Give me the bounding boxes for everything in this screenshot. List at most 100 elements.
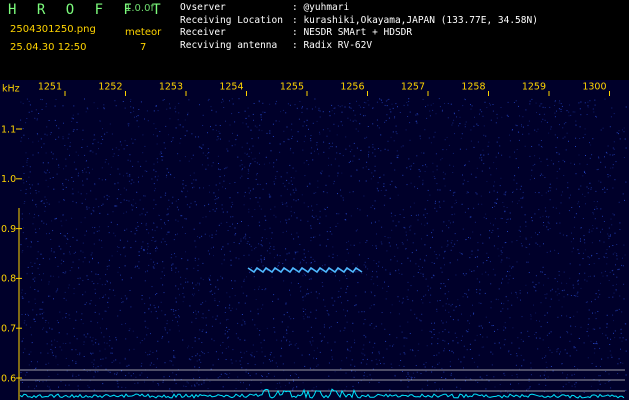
noise-speck [106, 268, 108, 270]
noise-speck [123, 175, 124, 177]
noise-speck [556, 110, 557, 112]
noise-speck [316, 297, 318, 299]
noise-speck [326, 206, 328, 208]
noise-speck [476, 278, 478, 280]
noise-speck [353, 155, 355, 157]
noise-speck [578, 273, 580, 275]
noise-speck [391, 304, 393, 306]
noise-speck [540, 103, 542, 105]
noise-speck [442, 149, 444, 151]
noise-speck [415, 263, 417, 265]
noise-speck [446, 225, 447, 227]
noise-speck [396, 337, 398, 339]
noise-speck [420, 152, 422, 154]
noise-speck [489, 191, 491, 193]
noise-speck [549, 250, 551, 252]
noise-speck [444, 348, 445, 350]
noise-speck [20, 140, 22, 142]
noise-speck [456, 202, 457, 203]
noise-speck [202, 114, 204, 116]
noise-speck [604, 98, 606, 100]
noise-speck [283, 314, 285, 316]
noise-speck [82, 139, 84, 141]
noise-speck [339, 330, 341, 332]
noise-speck [304, 365, 306, 367]
noise-speck [546, 251, 548, 253]
noise-speck [212, 162, 214, 164]
noise-speck [39, 308, 41, 310]
noise-speck [287, 103, 289, 105]
noise-speck [208, 277, 210, 279]
noise-speck [474, 221, 476, 223]
noise-speck [332, 246, 334, 248]
noise-speck [76, 311, 78, 313]
noise-speck [178, 112, 180, 114]
noise-speck [611, 356, 613, 358]
noise-speck [328, 157, 330, 159]
noise-speck [261, 347, 263, 349]
noise-speck [207, 250, 209, 252]
noise-speck [141, 298, 143, 300]
noise-speck [193, 267, 195, 269]
noise-speck [394, 215, 396, 217]
noise-speck [142, 152, 144, 154]
noise-speck [127, 240, 129, 242]
noise-speck [37, 241, 39, 242]
noise-speck [175, 219, 177, 221]
noise-speck [614, 252, 616, 254]
noise-speck [163, 376, 165, 378]
noise-speck [541, 271, 543, 273]
noise-speck [623, 157, 625, 158]
noise-speck [86, 371, 88, 372]
noise-speck [264, 289, 266, 291]
noise-speck [273, 318, 275, 320]
noise-speck [329, 115, 331, 117]
noise-speck [172, 139, 174, 141]
noise-speck [556, 351, 558, 353]
noise-speck [451, 350, 453, 352]
noise-speck [337, 380, 339, 382]
noise-speck [301, 111, 303, 113]
noise-speck [152, 352, 154, 353]
noise-speck [426, 223, 428, 225]
noise-speck [540, 271, 542, 273]
noise-speck [490, 307, 492, 309]
noise-speck [288, 344, 290, 346]
noise-speck [314, 260, 316, 262]
noise-speck [113, 232, 115, 234]
noise-speck [380, 190, 382, 191]
noise-speck [55, 218, 57, 220]
noise-speck [438, 254, 440, 256]
noise-speck [138, 181, 139, 183]
noise-speck [504, 192, 506, 194]
noise-speck [386, 291, 388, 292]
noise-speck [534, 213, 536, 215]
noise-speck [31, 342, 33, 344]
noise-speck [497, 235, 499, 237]
noise-speck [340, 195, 342, 197]
noise-speck [550, 128, 552, 130]
noise-speck [605, 334, 607, 336]
noise-speck [619, 138, 621, 140]
noise-speck [122, 301, 124, 303]
noise-speck [384, 281, 385, 283]
noise-speck [319, 333, 321, 335]
noise-speck [191, 182, 193, 184]
noise-speck [93, 243, 95, 245]
noise-speck [575, 173, 577, 175]
noise-speck [516, 353, 518, 354]
noise-speck [421, 238, 422, 240]
noise-speck [337, 193, 338, 195]
noise-speck [248, 192, 250, 194]
noise-speck [450, 305, 452, 307]
noise-speck [208, 203, 210, 205]
noise-speck [34, 388, 36, 390]
noise-speck [87, 108, 89, 110]
noise-speck [124, 107, 126, 109]
noise-speck [208, 98, 210, 100]
noise-speck [306, 125, 308, 127]
noise-speck [132, 205, 134, 207]
noise-speck [607, 337, 609, 339]
noise-speck [168, 171, 170, 173]
noise-speck [516, 373, 518, 375]
